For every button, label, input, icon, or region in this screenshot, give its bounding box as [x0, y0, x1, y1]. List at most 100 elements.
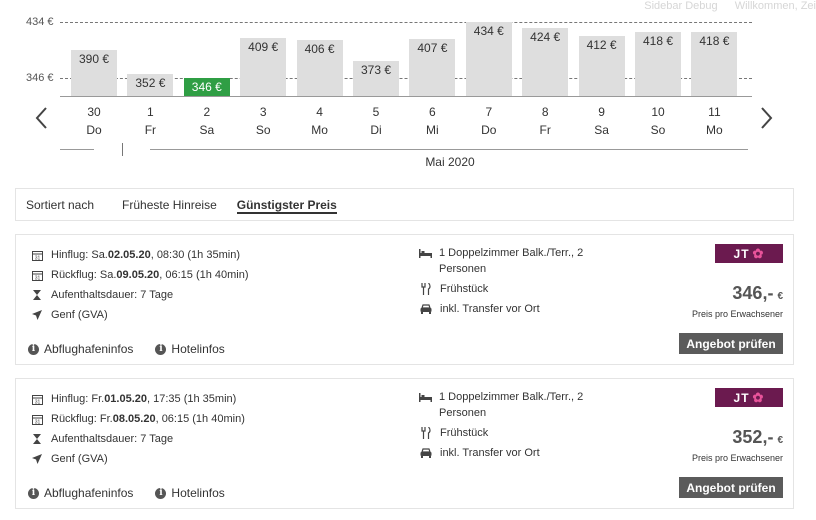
weekday-label: Fr [539, 123, 551, 137]
price-bar[interactable]: 373 € [353, 60, 399, 96]
offer-card: 31 Hinflug: Sa. 02.05.20, 08:30 (1h 35mi… [15, 234, 794, 365]
calendar-icon: 31 [30, 392, 44, 406]
day-tick-label[interactable]: 2 Sa [179, 103, 235, 139]
price-bar[interactable]: 409 € [240, 37, 287, 96]
price-bar[interactable]: 434 € [465, 22, 512, 96]
weekday-label: Sa [199, 123, 215, 137]
check-offer-button[interactable]: Angebot prüfen [679, 333, 783, 354]
day-tick-label[interactable]: 11 Mo [686, 103, 742, 139]
chart-baseline [60, 96, 752, 97]
bar-value-label: 407 € [417, 41, 448, 56]
sort-option-cheapest[interactable]: Günstigster Preis [227, 189, 347, 220]
svg-text:31: 31 [34, 399, 40, 405]
board-row: Frühstück [419, 281, 609, 297]
day-tick-label[interactable]: 6 Mi [404, 103, 460, 139]
day-tick-label[interactable]: 4 Mo [292, 103, 348, 139]
cutlery-icon [419, 426, 433, 440]
duration-row: Aufenthaltsdauer: 7 Tage [30, 429, 245, 449]
transfer-row: inkl. Transfer vor Ort [419, 301, 609, 317]
airport-info-link[interactable]: i Abflughafeninfos [28, 342, 133, 356]
bar-value-label: 434 € [473, 24, 504, 38]
price-bar[interactable]: 424 € [522, 28, 569, 96]
room-row: 1 Doppelzimmer Balk./Terr., 2 Personen [419, 389, 609, 421]
day-number: 1 [147, 105, 154, 119]
hotel-info-link[interactable]: i Hotelinfos [155, 342, 225, 356]
month-divider [122, 143, 123, 156]
operator-logo: JT ✿ [715, 244, 783, 263]
price-bar[interactable]: 418 € [635, 32, 681, 96]
check-offer-button[interactable]: Angebot prüfen [679, 477, 783, 498]
weekday-label: Mi [426, 123, 439, 137]
hourglass-icon [30, 288, 44, 302]
day-tick-label[interactable]: 7 Do [461, 103, 517, 139]
day-tick-label[interactable]: 10 So [630, 103, 686, 139]
price-bar[interactable]: 346 € [183, 78, 230, 96]
price-bar[interactable]: 412 € [578, 36, 625, 96]
calendar-icon: 31 [30, 248, 44, 262]
board-row: Frühstück [419, 425, 609, 441]
ref-label-max: 434 € [26, 16, 54, 28]
price-bar[interactable]: 418 € [691, 32, 738, 96]
weekday-label: Do [86, 123, 102, 137]
day-number: 30 [87, 105, 101, 119]
bar-value-label: 390 € [78, 52, 110, 66]
day-number: 7 [485, 105, 493, 119]
day-tick-label[interactable]: 1 Fr [122, 103, 178, 139]
chevron-left-icon[interactable] [32, 104, 52, 132]
price-bar[interactable]: 352 € [127, 74, 174, 96]
month-line-prev [60, 149, 94, 150]
price-bar[interactable]: 390 € [71, 50, 117, 96]
svg-text:31: 31 [34, 419, 40, 425]
flower-icon: ✿ [752, 245, 765, 261]
price-bar[interactable]: 406 € [296, 39, 343, 96]
day-number: 2 [203, 105, 211, 119]
car-icon [419, 446, 433, 460]
bar-value-label: 373 € [360, 62, 392, 77]
bed-icon [419, 246, 432, 260]
weekday-label: Sa [594, 123, 609, 137]
ref-label-min: 346 € [26, 72, 54, 84]
sort-option-earliest[interactable]: Früheste Hinreise [112, 189, 227, 220]
month-line-current [150, 149, 748, 150]
day-tick-label[interactable]: 3 So [235, 103, 291, 139]
outbound-row: 31 Hinflug: Sa. 02.05.20, 08:30 (1h 35mi… [30, 245, 249, 265]
info-icon: i [155, 487, 167, 499]
return-row: 31 Rückflug: Fr. 08.05.20, 06:15 (1h 40m… [30, 409, 245, 429]
plane-icon [30, 452, 44, 466]
info-icon: i [155, 343, 167, 355]
bed-icon [419, 390, 432, 404]
sort-bar: Sortiert nach Früheste Hinreise Günstigs… [15, 188, 794, 221]
day-tick-label[interactable]: 8 Fr [517, 103, 573, 139]
day-tick-label[interactable]: 5 Di [348, 103, 404, 139]
bar-value-label: 346 € [191, 80, 222, 94]
day-number: 10 [651, 105, 665, 119]
hotel-info-link[interactable]: i Hotelinfos [155, 486, 225, 500]
bar-value-label: 409 € [248, 39, 279, 54]
outbound-row: 31 Hinflug: Fr. 01.05.20, 17:35 (1h 35mi… [30, 389, 245, 409]
day-tick-label[interactable]: 9 Sa [574, 103, 630, 139]
svg-text:31: 31 [34, 275, 40, 281]
svg-text:31: 31 [34, 255, 40, 261]
bar-value-label: 418 € [699, 34, 730, 49]
price-bar[interactable]: 407 € [409, 39, 456, 96]
sort-label: Sortiert nach [26, 197, 95, 212]
airport-info-link[interactable]: i Abflughafeninfos [28, 486, 133, 500]
return-row: 31 Rückflug: Sa. 09.05.20, 06:15 (1h 40m… [30, 265, 249, 285]
info-icon: i [28, 343, 39, 355]
offer-card: 31 Hinflug: Fr. 01.05.20, 17:35 (1h 35mi… [15, 378, 794, 509]
day-tick-label[interactable]: 30 Do [66, 103, 122, 139]
chevron-right-icon[interactable] [756, 104, 776, 132]
day-number: 8 [541, 105, 549, 119]
day-number: 4 [316, 105, 323, 119]
day-number: 5 [372, 105, 380, 119]
plane-icon [30, 308, 44, 322]
day-number: 3 [259, 105, 267, 119]
bar-value-label: 412 € [586, 38, 617, 52]
price-calendar-chart: 434 € 346 € Mai 2020 390 €30 Do 352 €1 Fr 34… [0, 0, 816, 180]
airport-row: Genf (GVA) [30, 449, 245, 469]
month-label: Mai 2020 [425, 155, 475, 169]
room-row: 1 Doppelzimmer Balk./Terr., 2 Personen [419, 245, 609, 277]
weekday-label: Di [370, 123, 382, 137]
cutlery-icon [419, 282, 433, 296]
price-per-person: Preis pro Erwachsener [691, 453, 783, 463]
